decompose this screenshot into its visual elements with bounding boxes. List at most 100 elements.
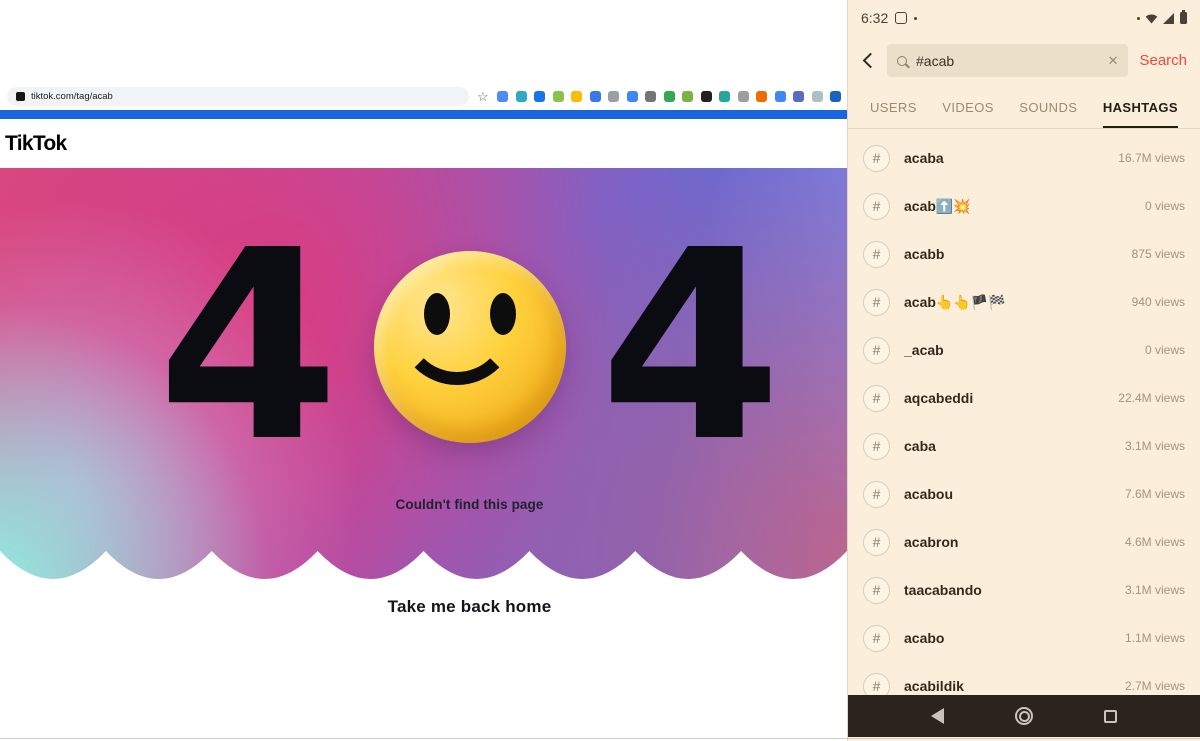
extension-icon[interactable]: [497, 91, 508, 102]
hashtag-name: taacabando: [904, 582, 982, 598]
extension-icon[interactable]: [645, 91, 656, 102]
hashtag-icon: #: [863, 480, 890, 508]
search-tab[interactable]: SOUNDS: [1019, 87, 1077, 128]
extension-icon[interactable]: [571, 91, 582, 102]
notification-dot-icon: [914, 16, 918, 20]
extension-icon[interactable]: [608, 91, 619, 102]
hashtag-result-row[interactable]: # _acab 0 views: [848, 326, 1200, 374]
hashtag-view-count: 3.1M views: [1124, 439, 1185, 453]
hashtag-view-count: 1.1M views: [1124, 631, 1185, 645]
site-header: TikTok: [0, 119, 847, 168]
hashtag-name: acabo: [904, 630, 945, 646]
404-digit-left: 4: [157, 194, 340, 499]
extension-icon[interactable]: [682, 91, 693, 102]
clock: 6:32: [861, 10, 889, 26]
search-input[interactable]: [916, 52, 1099, 69]
404-graphic: 4 4: [46, 194, 847, 499]
hashtag-icon: #: [863, 336, 890, 364]
hashtag-icon: #: [863, 624, 890, 652]
cellular-signal-icon: [1163, 12, 1174, 24]
wifi-icon: [1145, 13, 1158, 23]
hashtag-view-count: 16.7M views: [1118, 151, 1185, 165]
extension-icon[interactable]: [700, 91, 712, 102]
hashtag-result-row[interactable]: # acabb 875 views: [848, 230, 1200, 278]
search-tab[interactable]: VIDEOS: [942, 87, 994, 128]
404-hero: 4 4 Couldn't find this page: [0, 168, 847, 585]
hashtag-icon: #: [863, 192, 890, 220]
site-favicon-icon: [16, 92, 25, 101]
status-dot-icon: [1137, 16, 1140, 20]
address-bar[interactable]: [7, 87, 469, 106]
hashtag-name: caba: [904, 438, 936, 454]
search-tab[interactable]: HASHTAGS: [1102, 87, 1178, 128]
search-header: ✕ Search: [848, 36, 1200, 87]
extension-icon[interactable]: [515, 91, 527, 102]
extension-icon[interactable]: [534, 91, 545, 102]
hashtag-view-count: 4.6M views: [1124, 535, 1185, 549]
screen-bottom-divider: [0, 738, 1200, 739]
hashtag-name: acab⬆️💥: [904, 197, 971, 214]
extension-icon[interactable]: [719, 91, 730, 102]
extension-icon[interactable]: [793, 91, 804, 102]
android-back-icon[interactable]: [931, 708, 944, 724]
hashtag-view-count: 22.4M views: [1118, 391, 1185, 405]
hashtag-result-row[interactable]: # caba 3.1M views: [848, 422, 1200, 470]
back-chevron-icon[interactable]: [862, 52, 879, 69]
hashtag-icon: #: [863, 240, 890, 268]
extension-icon[interactable]: [626, 91, 638, 102]
smiley-mouth-icon: [396, 265, 517, 385]
battery-icon: [1180, 10, 1187, 24]
clear-search-icon[interactable]: ✕: [1108, 53, 1119, 69]
bookmark-star-icon[interactable]: ☆: [477, 87, 489, 106]
browser-window: ☆: [0, 0, 847, 741]
extension-icon[interactable]: [774, 91, 786, 102]
hashtag-view-count: 3.1M views: [1124, 583, 1185, 597]
hashtag-icon: #: [863, 576, 890, 604]
hashtag-name: acabildik: [904, 678, 964, 694]
extension-icon[interactable]: [589, 91, 601, 102]
hashtag-result-row[interactable]: # acab⬆️💥 0 views: [848, 182, 1200, 230]
hashtag-icon: #: [863, 144, 890, 172]
hashtag-result-row[interactable]: # acaba 16.7M views: [848, 134, 1200, 182]
hashtag-view-count: 2.7M views: [1124, 679, 1185, 693]
hashtag-view-count: 0 views: [1144, 199, 1185, 213]
hashtag-result-row[interactable]: # acabron 4.6M views: [848, 518, 1200, 566]
hashtag-icon: #: [863, 384, 890, 412]
extension-icon[interactable]: [811, 91, 823, 102]
hashtag-result-row[interactable]: # aqcabeddi 22.4M views: [848, 374, 1200, 422]
extension-icon[interactable]: [737, 91, 749, 102]
hashtag-view-count: 7.6M views: [1124, 487, 1185, 501]
extension-icon[interactable]: [552, 91, 564, 102]
hashtag-icon: #: [863, 288, 890, 316]
take-me-back-home-link[interactable]: Take me back home: [46, 597, 847, 617]
wave-edge: [0, 551, 847, 585]
hashtag-result-row[interactable]: # acab👆👆🏴🏁 940 views: [848, 278, 1200, 326]
hashtag-name: acab👆👆🏴🏁: [904, 293, 1006, 310]
hashtag-name: aqcabeddi: [904, 390, 974, 406]
hashtag-result-row[interactable]: # acabou 7.6M views: [848, 470, 1200, 518]
search-tab[interactable]: USERS: [870, 87, 917, 128]
search-box[interactable]: ✕: [887, 44, 1129, 77]
hashtag-view-count: 940 views: [1131, 295, 1185, 309]
page-loading-bar: [0, 110, 847, 119]
extension-toolbar: [497, 91, 841, 102]
hashtag-name: _acab: [904, 342, 944, 358]
hashtag-name: acabron: [904, 534, 959, 550]
search-icon: [897, 55, 907, 66]
search-button[interactable]: Search: [1139, 52, 1187, 69]
hashtag-result-row[interactable]: # taacabando 3.1M views: [848, 566, 1200, 614]
extension-icon[interactable]: [756, 91, 767, 102]
hashtag-name: acaba: [904, 150, 944, 166]
extension-icon[interactable]: [663, 91, 675, 102]
hashtag-results-list: # acaba 16.7M views # acab⬆️💥 0 views #: [848, 129, 1200, 710]
extension-icon[interactable]: [830, 91, 841, 102]
hashtag-result-row[interactable]: # acabo 1.1M views: [848, 614, 1200, 662]
hashtag-view-count: 0 views: [1144, 343, 1185, 357]
android-recents-icon[interactable]: [1104, 709, 1117, 723]
tiktok-logo[interactable]: TikTok: [5, 132, 67, 156]
hashtag-name: acabou: [904, 486, 954, 502]
android-home-icon[interactable]: [1015, 707, 1033, 725]
url-input[interactable]: [31, 91, 460, 102]
hashtag-view-count: 875 views: [1131, 247, 1185, 261]
status-bar: 6:32: [848, 0, 1200, 36]
